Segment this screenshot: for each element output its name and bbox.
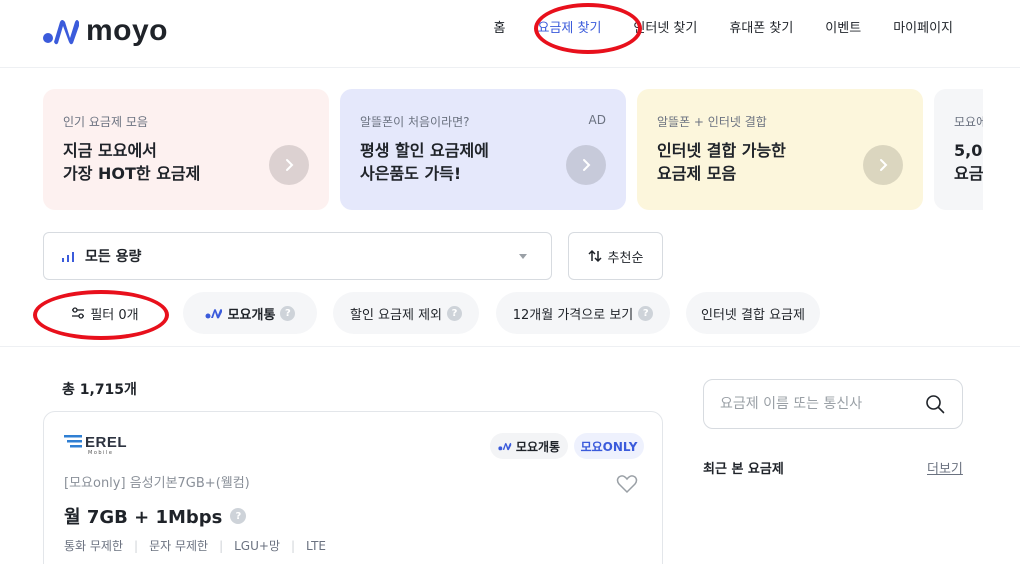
promo-card-internet-bundle[interactable]: 알뜰폰 + 인터넷 결합 인터넷 결합 가능한 요금제 모음 [637,89,923,210]
plan-meta-network: LGU+망 [234,539,280,553]
logo-text: moyo [86,14,169,47]
badge-moyo-only: 모요ONLY [574,433,644,459]
filter-chip-label: 필터 0개 [90,307,139,323]
promo-headline-line2: 요금 [954,164,983,183]
chip-12month-label: 12개월 가격으로 보기 [512,307,634,323]
promo-small-text: 알뜰폰 + 인터넷 결합 [657,115,767,129]
arrow-right-icon[interactable] [269,145,309,185]
chip-internet-label: 인터넷 결합 요금제 [701,307,805,323]
promo-card-first-time[interactable]: 알뜰폰이 처음이라면? AD 평생 할인 요금제에 사은품도 가득! [340,89,626,210]
plan-meta-type: LTE [306,538,326,553]
promo-small-text: 알뜰폰이 처음이라면? [360,115,470,129]
plan-search-box [703,379,963,429]
moyo-logo-icon [43,20,79,45]
promo-carousel: 인기 요금제 모음 지금 모요에서 가장 HOT한 요금제 알뜰폰이 처음이라면… [43,89,983,210]
carrier-sub: Mobile [88,450,114,456]
help-icon[interactable]: ? [638,305,654,321]
sort-button[interactable]: 추천순 [568,232,663,280]
promo-card-partial[interactable]: 모요에 5,00 요금 [934,89,983,210]
data-amount-select[interactable]: 모든 용량 [43,232,552,280]
chip-moyo-label: 모요개통 [227,307,276,323]
caret-down-icon [519,254,527,259]
nav-events[interactable]: 이벤트 [809,18,877,40]
promo-small-text: 모요에 [954,115,983,129]
help-icon[interactable]: ? [447,305,462,321]
promo-small-text: 인기 요금제 모음 [63,115,148,129]
meta-separator: | [291,538,296,553]
chip-moyo-activation[interactable]: 모요개통 ? [183,292,317,334]
plan-card[interactable]: EREL Mobile 모요개통 모요ONLY [모요only] 음성기본7GB… [43,411,663,564]
chip-exclude-discount-label: 할인 요금제 제외 [350,307,442,323]
nav-plan-search[interactable]: 요금제 찾기 [521,18,617,40]
help-icon[interactable]: ? [280,305,296,321]
chip-12month-price[interactable]: 12개월 가격으로 보기 ? [496,292,670,334]
recent-plans-more-link[interactable]: 더보기 [927,458,963,477]
meta-separator: | [219,538,224,553]
promo-card-hot[interactable]: 인기 요금제 모음 지금 모요에서 가장 HOT한 요금제 [43,89,329,210]
carrier-logo: EREL Mobile [64,434,127,456]
recent-plans-title: 최근 본 요금제 [703,462,784,477]
plan-subtitle: [모요only] 음성기본7GB+(웰컴) [64,476,250,491]
nav-phone-search[interactable]: 휴대폰 찾기 [713,18,809,40]
sort-arrows-icon [588,249,602,263]
main-nav: 홈 요금제 찾기 인터넷 찾기 휴대폰 찾기 이벤트 마이페이지 [478,18,969,40]
plan-search-input[interactable] [720,396,910,412]
search-icon[interactable] [925,394,945,414]
erel-logo-icon [64,435,82,448]
plan-meta-call: 통화 무제한 [64,539,124,553]
sliders-icon [72,307,85,319]
plan-title: 월 7GB + 1Mbps ? [64,503,247,529]
nav-mypage[interactable]: 마이페이지 [877,18,969,40]
filter-chip[interactable]: 필터 0개 [43,292,167,334]
ad-label: AD [588,113,606,127]
site-header: moyo 홈 요금제 찾기 인터넷 찾기 휴대폰 찾기 이벤트 마이페이지 [0,0,1020,68]
chip-exclude-discount[interactable]: 할인 요금제 제외 ? [333,292,479,334]
sort-label: 추천순 [607,250,644,266]
signal-bars-icon [62,252,74,262]
help-icon[interactable]: ? [230,508,247,524]
result-count: 총 1,715개 [62,382,137,398]
nav-internet-search[interactable]: 인터넷 찾기 [617,18,713,40]
promo-headline: 5,00 요금 [954,139,983,185]
badge-moyo-label: 모요개통 [515,439,561,454]
nav-home[interactable]: 홈 [478,18,522,40]
arrow-right-icon[interactable] [566,145,606,185]
plan-meta: 통화 무제한 | 문자 무제한 | LGU+망 | LTE [64,537,326,554]
heart-icon[interactable] [616,474,638,494]
plan-title-text: 월 7GB + 1Mbps [64,507,223,528]
moyo-logo[interactable]: moyo [42,14,168,48]
meta-separator: | [134,538,139,553]
section-divider [0,346,1020,347]
promo-headline-line1: 5,00 [954,141,983,160]
plan-meta-sms: 문자 무제한 [149,539,209,553]
chip-internet-bundle[interactable]: 인터넷 결합 요금제 [686,292,820,334]
moyo-mark-icon [498,442,512,451]
badge-moyo-activation: 모요개통 [490,433,568,459]
arrow-right-icon[interactable] [863,145,903,185]
carrier-name: EREL [85,434,128,451]
data-amount-value: 모든 용량 [85,249,142,265]
moyo-mark-icon [205,309,222,319]
